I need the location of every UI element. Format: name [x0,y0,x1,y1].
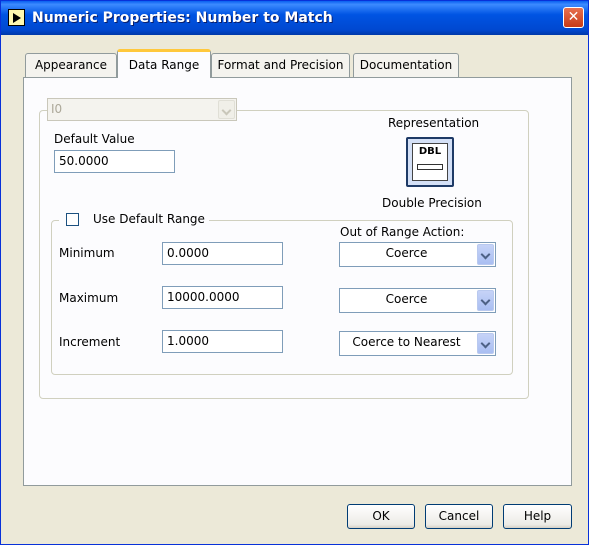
increment-action-value: Coerce to Nearest [352,335,461,349]
increment-input[interactable]: 1.0000 [162,330,283,353]
ok-button[interactable]: OK [347,504,415,529]
maximum-input[interactable]: 10000.0000 [162,286,283,309]
dbl-icon-face: DBL [412,143,448,181]
representation-label: Representation [388,116,480,130]
minimum-action-value: Coerce [385,246,428,260]
use-default-range-checkbox[interactable] [66,213,79,226]
close-button[interactable]: ✕ [563,7,584,28]
out-of-range-action-label: Out of Range Action: [340,225,465,239]
dbl-icon-bar [417,164,443,170]
representation-type-label: Double Precision [382,196,482,210]
minimum-input[interactable]: 0.0000 [162,242,283,265]
increment-label: Increment [59,335,121,349]
increment-action-select[interactable]: Coerce to Nearest [339,331,496,356]
dbl-icon-text: DBL [418,146,442,157]
help-button[interactable]: Help [503,504,572,529]
chevron-down-icon [218,100,235,119]
use-default-range-label: Use Default Range [93,212,205,226]
chevron-down-icon[interactable] [477,333,494,354]
data-type-select: I0 [47,98,237,121]
dialog-window: Numeric Properties: Number to Match ✕ Ap… [0,0,589,545]
tab-data-range[interactable]: Data Range [117,49,211,78]
chevron-down-icon[interactable] [477,290,494,311]
labview-app-icon [8,9,25,26]
chevron-down-icon[interactable] [477,244,494,265]
tab-format-and-precision[interactable]: Format and Precision [211,53,350,78]
default-value-input[interactable]: 50.0000 [54,150,175,173]
maximum-label: Maximum [59,291,119,305]
maximum-action-value: Coerce [385,292,428,306]
tab-documentation[interactable]: Documentation [353,53,459,78]
maximum-action-select[interactable]: Coerce [339,288,496,313]
minimum-action-select[interactable]: Coerce [339,242,496,267]
representation-dbl-icon[interactable]: DBL [406,137,454,187]
default-value-label: Default Value [54,132,135,146]
window-title: Numeric Properties: Number to Match [32,10,333,26]
minimum-label: Minimum [59,246,115,260]
tab-appearance[interactable]: Appearance [25,53,117,78]
cancel-button[interactable]: Cancel [425,504,493,529]
title-bar[interactable]: Numeric Properties: Number to Match ✕ [1,1,588,35]
data-type-select-value: I0 [51,102,63,116]
